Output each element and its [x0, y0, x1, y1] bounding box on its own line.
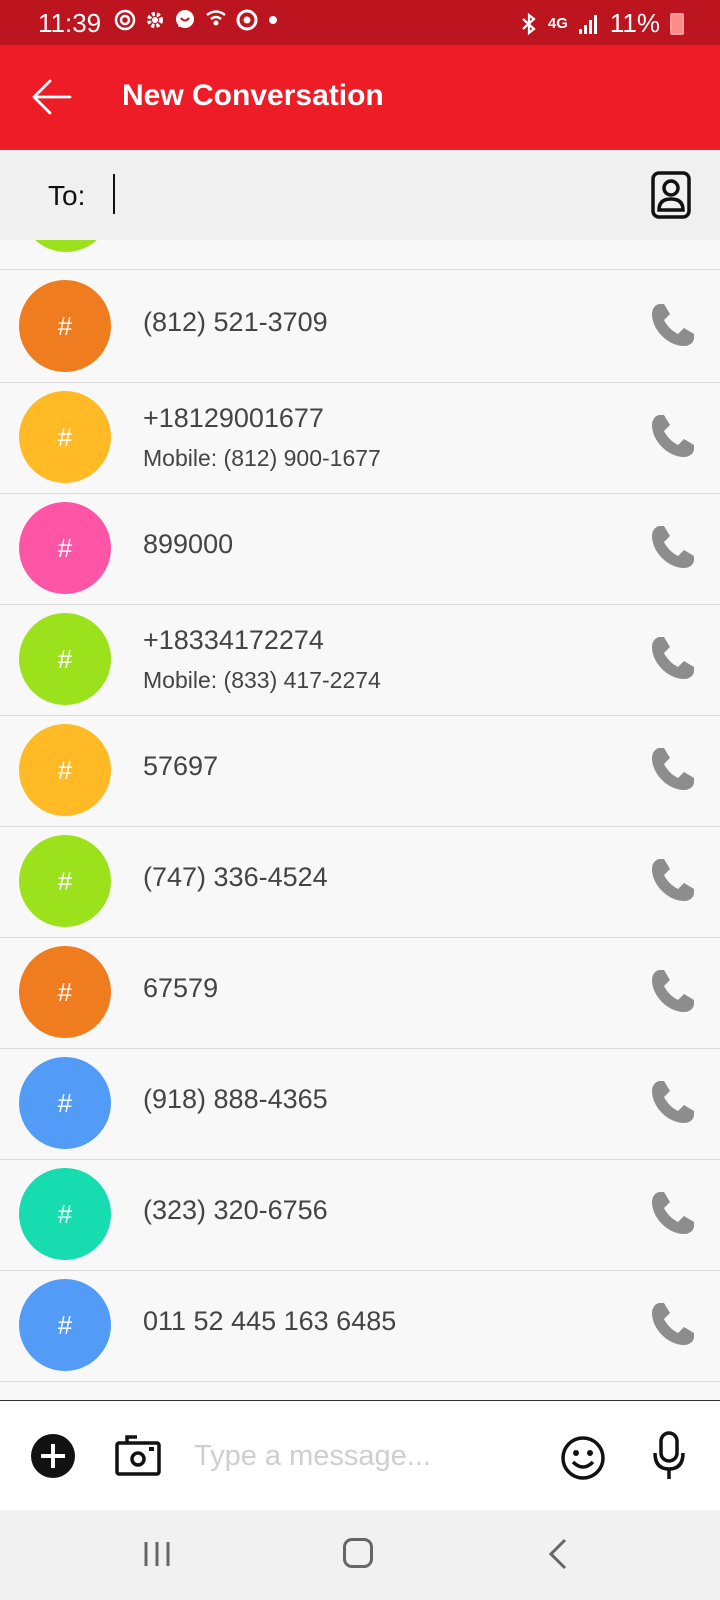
chat-bubble-icon: [176, 10, 194, 28]
avatar: #: [19, 280, 111, 372]
gear-icon: [147, 12, 163, 28]
avatar: #: [19, 613, 111, 705]
phone-call-icon[interactable]: [646, 744, 698, 796]
contact-secondary: Mobile: (833) 417-2274: [143, 667, 381, 693]
list-item-partial[interactable]: [0, 240, 720, 270]
add-attachment-icon[interactable]: [30, 1433, 76, 1479]
list-item[interactable]: #011 52 445 163 6485: [0, 1269, 720, 1382]
list-item[interactable]: #57697: [0, 714, 720, 827]
avatar: #: [19, 724, 111, 816]
recent-apps-icon[interactable]: [143, 1539, 171, 1569]
message-composer: [0, 1400, 720, 1510]
phone-call-icon[interactable]: [646, 855, 698, 907]
avatar: [20, 240, 112, 252]
battery-icon: [670, 12, 684, 35]
list-item[interactable]: # (747) 336-4524: [0, 825, 720, 938]
avatar: #: [19, 1168, 111, 1260]
avatar: #: [19, 1057, 111, 1149]
contact-primary: 67579: [143, 973, 219, 1003]
home-icon[interactable]: [343, 1538, 373, 1568]
list-item[interactable]: # (918) 888-4365: [0, 1047, 720, 1160]
status-time: 11:39: [38, 8, 102, 38]
app-bar: New Conversation: [0, 45, 720, 150]
contact-primary: 011 52 445 163 6485: [143, 1306, 397, 1336]
dot-icon: [269, 16, 277, 24]
status-bar: 11:39 4G 11%: [0, 0, 720, 45]
microphone-icon[interactable]: [652, 1431, 686, 1481]
message-input[interactable]: [194, 1435, 524, 1477]
recipient-bar[interactable]: To:: [0, 150, 720, 240]
recipient-input-cursor[interactable]: [113, 174, 115, 214]
system-nav-bar: [0, 1510, 720, 1600]
avatar: #: [19, 946, 111, 1038]
contact-primary: (812) 521-3709: [143, 307, 328, 337]
phone-call-icon[interactable]: [646, 633, 698, 685]
phone-call-icon[interactable]: [646, 522, 698, 574]
emoji-icon[interactable]: [560, 1435, 606, 1481]
phone-call-icon[interactable]: [646, 411, 698, 463]
list-item[interactable]: #67579: [0, 936, 720, 1049]
wifi-call-icon: [206, 10, 226, 26]
phone-call-icon[interactable]: [646, 1299, 698, 1351]
contact-primary: 899000: [143, 529, 234, 559]
contact-book-icon[interactable]: [650, 170, 692, 220]
avatar: #: [19, 391, 111, 483]
to-label: To:: [48, 180, 86, 211]
target-icon: [114, 9, 136, 31]
list-item[interactable]: # +18334172274 Mobile: (833) 417-2274: [0, 603, 720, 716]
contact-secondary: Mobile: (812) 900-1677: [143, 445, 381, 471]
contact-primary: (747) 336-4524: [143, 862, 328, 892]
phone-call-icon[interactable]: [646, 1188, 698, 1240]
chrome-icon: [236, 9, 258, 31]
contact-primary: 57697: [143, 751, 219, 781]
contact-primary: +18129001677: [143, 403, 324, 433]
phone-call-icon[interactable]: [646, 1077, 698, 1129]
avatar: #: [19, 1279, 111, 1371]
contact-primary: (918) 888-4365: [143, 1084, 328, 1114]
list-item[interactable]: #899000: [0, 492, 720, 605]
bluetooth-icon: [522, 12, 536, 35]
list-item[interactable]: # +18129001677 Mobile: (812) 900-1677: [0, 381, 720, 494]
signal-icon: [578, 14, 597, 34]
contact-primary: (323) 320-6756: [143, 1195, 328, 1225]
nav-back-icon[interactable]: [548, 1538, 568, 1570]
camera-icon[interactable]: [114, 1433, 162, 1477]
contact-list[interactable]: # (812) 521-3709 # +18129001677 Mobile: (812…: [0, 240, 720, 1400]
page-title: New Conversation: [122, 79, 384, 112]
battery-percent: 11%: [609, 8, 660, 38]
status-notification-icons: [114, 9, 280, 31]
back-arrow-icon[interactable]: [26, 71, 78, 123]
contact-primary: +18334172274: [143, 625, 324, 655]
phone-call-icon[interactable]: [646, 966, 698, 1018]
status-system-icons: 4G 11%: [520, 8, 684, 39]
list-item[interactable]: # (323) 320-6756: [0, 1158, 720, 1271]
list-item[interactable]: # (812) 521-3709: [0, 270, 720, 383]
phone-call-icon[interactable]: [646, 300, 698, 352]
network-type: 4G: [547, 15, 568, 32]
avatar: #: [19, 835, 111, 927]
avatar: #: [19, 502, 111, 594]
